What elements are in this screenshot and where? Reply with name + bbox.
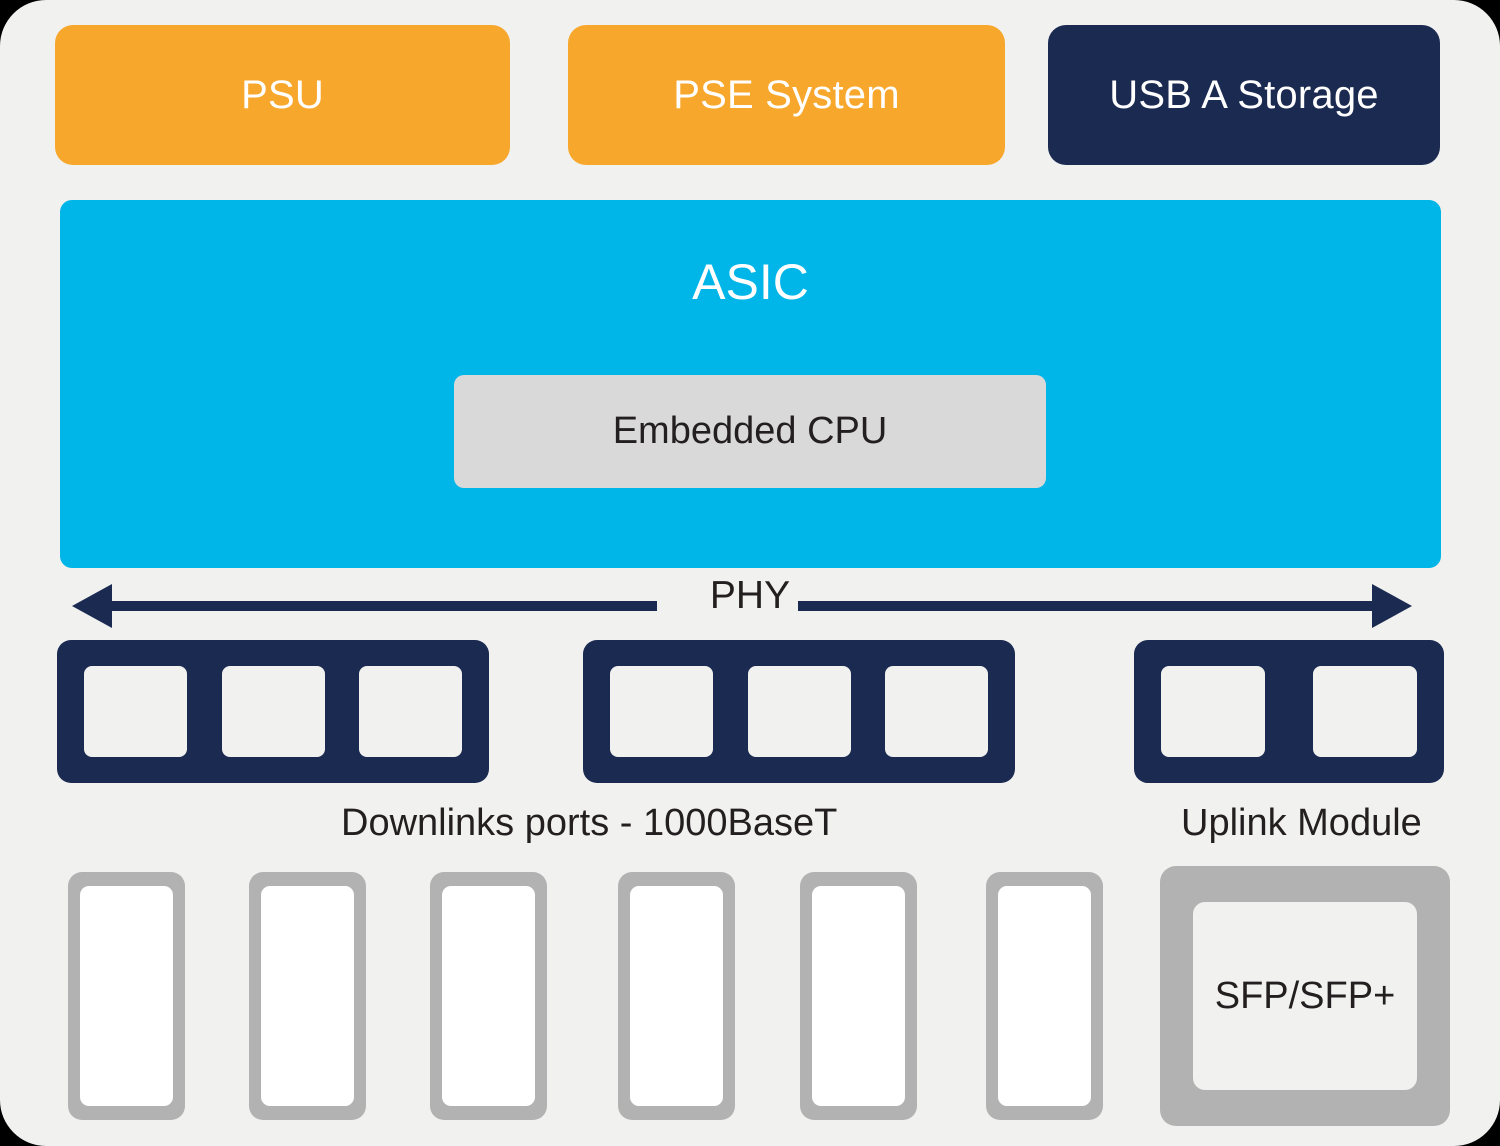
connector-opening <box>998 886 1091 1106</box>
port-slot[interactable] <box>885 666 988 757</box>
embedded-cpu-block[interactable]: Embedded CPU <box>454 375 1046 488</box>
port-slot[interactable] <box>1313 666 1417 757</box>
usb-a-storage-block[interactable]: USB A Storage <box>1048 25 1440 165</box>
connector-opening <box>261 886 354 1106</box>
pse-system-block[interactable]: PSE System <box>568 25 1005 165</box>
psu-block[interactable]: PSU <box>55 25 510 165</box>
embedded-cpu-label: Embedded CPU <box>612 410 888 452</box>
phy-label: PHY <box>709 574 791 617</box>
rj45-connector[interactable] <box>618 872 735 1120</box>
rj45-connector[interactable] <box>68 872 185 1120</box>
rj45-connector[interactable] <box>430 872 547 1120</box>
pse-system-label: PSE System <box>673 72 900 117</box>
rj45-connector[interactable] <box>986 872 1103 1120</box>
port-slot[interactable] <box>359 666 462 757</box>
port-slot[interactable] <box>747 666 851 757</box>
psu-label: PSU <box>241 72 324 117</box>
downlink-port-group-1[interactable] <box>57 640 489 783</box>
port-slot[interactable] <box>221 666 325 757</box>
usb-a-storage-label: USB A Storage <box>1109 72 1379 117</box>
connector-opening <box>442 886 535 1106</box>
connector-opening <box>630 886 723 1106</box>
uplink-module-caption: Uplink Module <box>1181 802 1422 844</box>
asic-block[interactable]: ASIC Embedded CPU <box>60 200 1441 568</box>
sfp-module-block[interactable]: SFP/SFP+ <box>1160 866 1450 1126</box>
port-slot[interactable] <box>84 666 187 757</box>
downlinks-caption: Downlinks ports - 1000BaseT <box>341 802 838 844</box>
sfp-label: SFP/SFP+ <box>1214 974 1396 1017</box>
asic-label: ASIC <box>692 254 809 310</box>
uplink-port-group[interactable] <box>1134 640 1444 783</box>
phy-row: PHY <box>0 574 1500 634</box>
switch-architecture-diagram: PSU PSE System USB A Storage ASIC Embedd… <box>0 0 1500 1146</box>
rj45-connector[interactable] <box>249 872 366 1120</box>
connector-opening <box>80 886 173 1106</box>
downlink-port-group-2[interactable] <box>583 640 1015 783</box>
port-slot[interactable] <box>610 666 713 757</box>
sfp-cage: SFP/SFP+ <box>1193 902 1417 1090</box>
rj45-connector[interactable] <box>800 872 917 1120</box>
port-slot[interactable] <box>1161 666 1265 757</box>
connector-opening <box>812 886 905 1106</box>
